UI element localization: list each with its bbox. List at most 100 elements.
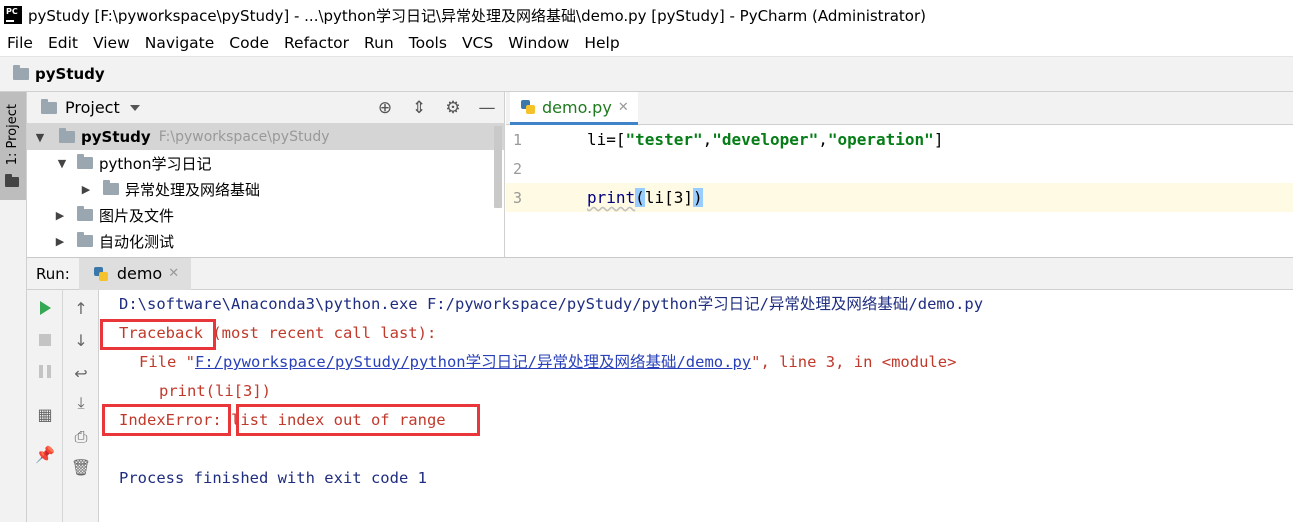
tree-item-label: pyStudy (81, 128, 151, 146)
tree-item-label: 图片及文件 (99, 206, 175, 225)
menu-view[interactable]: View (86, 34, 138, 52)
console-code-line: print(li[3]) (159, 382, 271, 400)
close-icon[interactable]: ✕ (618, 100, 629, 115)
folder-icon (77, 154, 93, 169)
window-title: pyStudy [F:\pyworkspace\pyStudy] - ...\p… (28, 6, 927, 25)
rerun-icon[interactable] (27, 295, 63, 321)
menu-help[interactable]: Help (577, 34, 627, 52)
chevron-down-icon[interactable] (129, 104, 140, 111)
line-number: 3 (506, 188, 587, 207)
chevron-right-icon[interactable]: ▶ (53, 235, 67, 248)
tree-item-label: 自动化测试 (99, 232, 175, 251)
menu-navigate[interactable]: Navigate (138, 34, 223, 52)
tree-item-label: 异常处理及网络基础 (125, 180, 261, 199)
python-file-icon (93, 266, 109, 282)
builtin-function: print (587, 188, 636, 207)
highlight-box-error-message (236, 404, 480, 436)
line-number: 1 (513, 130, 523, 149)
console-command-line: D:\software\Anaconda3\python.exe F:/pywo… (119, 295, 984, 313)
menu-refactor[interactable]: Refactor (277, 34, 357, 52)
code-editor: demo.py ✕ 1 li=["tester", "developer", "op… (506, 92, 1293, 257)
console-exit-line: Process finished with exit code 1 (119, 469, 427, 487)
console-file-line: File "F:/pyworkspace/pyStudy/python学习日记/… (139, 348, 956, 377)
folder-icon (5, 174, 19, 187)
restore-layout-icon[interactable]: ▦ (27, 401, 63, 427)
soft-wrap-icon[interactable]: ↩ (63, 360, 99, 386)
tree-item-python-diary[interactable]: ▼ python学习日记 (27, 150, 504, 176)
folder-icon (13, 65, 29, 80)
menu-window[interactable]: Window (501, 34, 577, 52)
collapse-all-icon[interactable]: ⇕ (402, 92, 436, 124)
file-suffix: ", line 3, in <module> (751, 353, 957, 371)
code-line-current: 3 print(li[3]) (506, 183, 1293, 212)
project-view-selector[interactable]: Project (65, 98, 120, 117)
project-tool-tab-label: 1: Project (5, 104, 20, 166)
folder-icon (59, 128, 75, 143)
folder-icon (103, 180, 119, 195)
tree-item-automation-test[interactable]: ▶ 自动化测试 (27, 228, 504, 254)
menu-run[interactable]: Run (357, 34, 402, 52)
folder-icon (77, 206, 93, 221)
code-line: 2 (506, 154, 1293, 183)
folder-icon (41, 98, 57, 114)
arrow-up-icon[interactable]: ↑ (63, 295, 99, 321)
editor-tab-demo-py[interactable]: demo.py ✕ (510, 92, 638, 125)
highlight-box-traceback (100, 319, 216, 350)
scroll-to-end-icon[interactable]: ⤓ (63, 390, 99, 416)
menu-tools[interactable]: Tools (402, 34, 455, 52)
code-area[interactable]: 1 li=["tester", "developer", "operation"] … (506, 125, 1293, 257)
run-toolbar-secondary: ↑ ↓ ↩ ⤓ ⎙ 🗑 (63, 290, 99, 522)
menu-vcs[interactable]: VCS (455, 34, 501, 52)
print-icon[interactable]: ⎙ (63, 424, 99, 450)
tree-item-label: python学习日记 (99, 154, 212, 173)
tree-item-exception-network[interactable]: ▶ 异常处理及网络基础 (27, 176, 504, 202)
breadcrumb-project[interactable]: pyStudy (35, 65, 105, 83)
project-tool-tab[interactable]: 1: Project (0, 92, 26, 200)
pause-icon[interactable] (27, 358, 63, 384)
file-prefix: File " (139, 353, 195, 371)
chevron-down-icon[interactable]: ▼ (55, 157, 69, 170)
pycharm-app-icon: PC (2, 4, 24, 26)
close-icon[interactable]: ✕ (168, 266, 179, 281)
project-scrollbar[interactable] (494, 126, 502, 208)
panel-toolbar: ⊕ ⇕ ⚙ — (368, 92, 504, 124)
menu-edit[interactable]: Edit (41, 34, 86, 52)
menu-bar: File Edit View Navigate Code Refactor Ru… (0, 30, 1293, 56)
tree-item-pystudy[interactable]: ▼ pyStudy F:\pyworkspace\pyStudy (27, 124, 504, 150)
project-panel: Project ⊕ ⇕ ⚙ — ▼ pyStudy F:\pyworkspace… (27, 92, 505, 257)
navigation-bar: pyStudy (0, 56, 1293, 92)
left-tool-strip: 1: Project (0, 92, 27, 522)
traceback-rest: (most recent call last): (203, 324, 437, 342)
run-tab-demo[interactable]: demo ✕ (78, 257, 192, 290)
string-literal: "tester" (625, 130, 703, 149)
locate-target-icon[interactable]: ⊕ (368, 92, 402, 124)
arrow-down-icon[interactable]: ↓ (63, 327, 99, 353)
gear-icon[interactable]: ⚙ (436, 92, 470, 124)
console-output[interactable]: D:\software\Anaconda3\python.exe F:/pywo… (100, 290, 1293, 522)
python-file-icon (520, 99, 536, 115)
menu-code[interactable]: Code (222, 34, 277, 52)
line-number: 2 (513, 159, 523, 178)
editor-tab-bar: demo.py ✕ (506, 92, 1293, 125)
trash-icon[interactable]: 🗑 (63, 454, 99, 480)
code-line: 1 li=["tester", "developer", "operation"] (506, 125, 1293, 154)
menu-file[interactable]: File (0, 34, 41, 52)
run-label: Run: (36, 264, 70, 283)
code-token: li=[ (587, 130, 626, 149)
stop-icon[interactable] (27, 327, 63, 353)
chevron-right-icon[interactable]: ▶ (79, 183, 93, 196)
minimize-icon[interactable]: — (470, 92, 504, 124)
file-link[interactable]: F:/pyworkspace/pyStudy/python学习日记/异常处理及网… (195, 353, 751, 371)
tree-item-path: F:\pyworkspace\pyStudy (158, 129, 330, 145)
chevron-down-icon[interactable]: ▼ (33, 131, 47, 144)
tree-item-images-files[interactable]: ▶ 图片及文件 (27, 202, 504, 228)
pin-icon[interactable]: 📌 (27, 441, 63, 467)
run-tab-label: demo (116, 264, 163, 283)
project-panel-header: Project ⊕ ⇕ ⚙ — (27, 92, 504, 124)
chevron-right-icon[interactable]: ▶ (53, 209, 67, 222)
code-token: ] (933, 130, 944, 149)
highlight-box-error-type (102, 404, 231, 436)
code-token: , (702, 130, 713, 149)
title-bar: PC pyStudy [F:\pyworkspace\pyStudy] - ..… (0, 0, 1293, 30)
run-toolbar-primary: ▦ 📌 (27, 290, 63, 522)
